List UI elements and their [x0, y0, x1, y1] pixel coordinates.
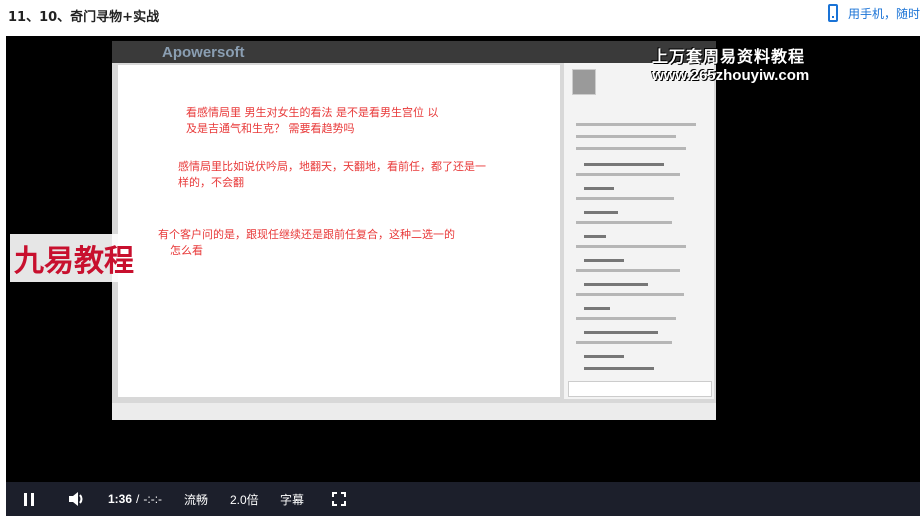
handwritten-text: 感情局里比如说伏吟局，地翻天，天翻地，看前任，都了还是一 [178, 160, 486, 173]
recorded-window-titlebar: Apowersoft [112, 41, 716, 63]
quality-button[interactable]: 流畅 [184, 482, 208, 516]
site-brand-watermark: 上万套周易资料教程 [652, 49, 806, 66]
speed-button[interactable]: 2.0倍 [230, 482, 259, 516]
page-title: 11、10、奇门寻物+实战 [8, 10, 160, 25]
handwritten-text: 样的，不会翻 [178, 176, 244, 189]
mobile-view-link[interactable]: 用手机，随时 [828, 4, 920, 22]
duration: -:-:- [143, 492, 163, 506]
video-player[interactable]: Apowersoft 看感情局里 男生对女生的看法 是不是看男生宫位 以 及是吉… [6, 36, 920, 516]
whiteboard-canvas: 看感情局里 男生对女生的看法 是不是看男生宫位 以 及是吉通气和生克？ 需要看趋… [118, 65, 560, 397]
video-frame: Apowersoft 看感情局里 男生对女生的看法 是不是看男生宫位 以 及是吉… [112, 41, 716, 420]
handwritten-text: 有个客户问的是，跟现任继续还是跟前任复合，这种二选一的 [158, 228, 455, 241]
pause-icon[interactable] [24, 482, 38, 516]
phone-icon [828, 4, 838, 22]
chat-sidebar [564, 63, 714, 399]
channel-logo: 九易教程 [10, 234, 138, 282]
player-control-bar: 1:36 / -:-:- 流畅 2.0倍 字幕 [6, 482, 920, 516]
subtitles-button[interactable]: 字幕 [280, 482, 304, 516]
handwritten-text: 看感情局里 男生对女生的看法 是不是看男生宫位 以 [186, 106, 439, 119]
volume-icon[interactable] [68, 482, 90, 516]
fullscreen-icon[interactable] [332, 482, 346, 516]
site-url-watermark: www.265zhouyiw.com [652, 67, 810, 84]
chat-input [568, 381, 712, 397]
app-watermark: Apowersoft [162, 44, 245, 61]
avatar [572, 69, 596, 95]
recorded-window-toolbar [112, 403, 716, 420]
time-display: 1:36 / -:-:- [108, 482, 162, 516]
handwritten-text: 怎么看 [170, 244, 203, 257]
mobile-link-label: 用手机，随时 [848, 6, 920, 21]
time-separator: / [136, 492, 140, 506]
handwritten-text: 及是吉通气和生克？ 需要看趋势吗 [186, 122, 355, 135]
page-header: 11、10、奇门寻物+实战 用手机，随时 [0, 0, 920, 36]
current-time: 1:36 [108, 492, 133, 506]
